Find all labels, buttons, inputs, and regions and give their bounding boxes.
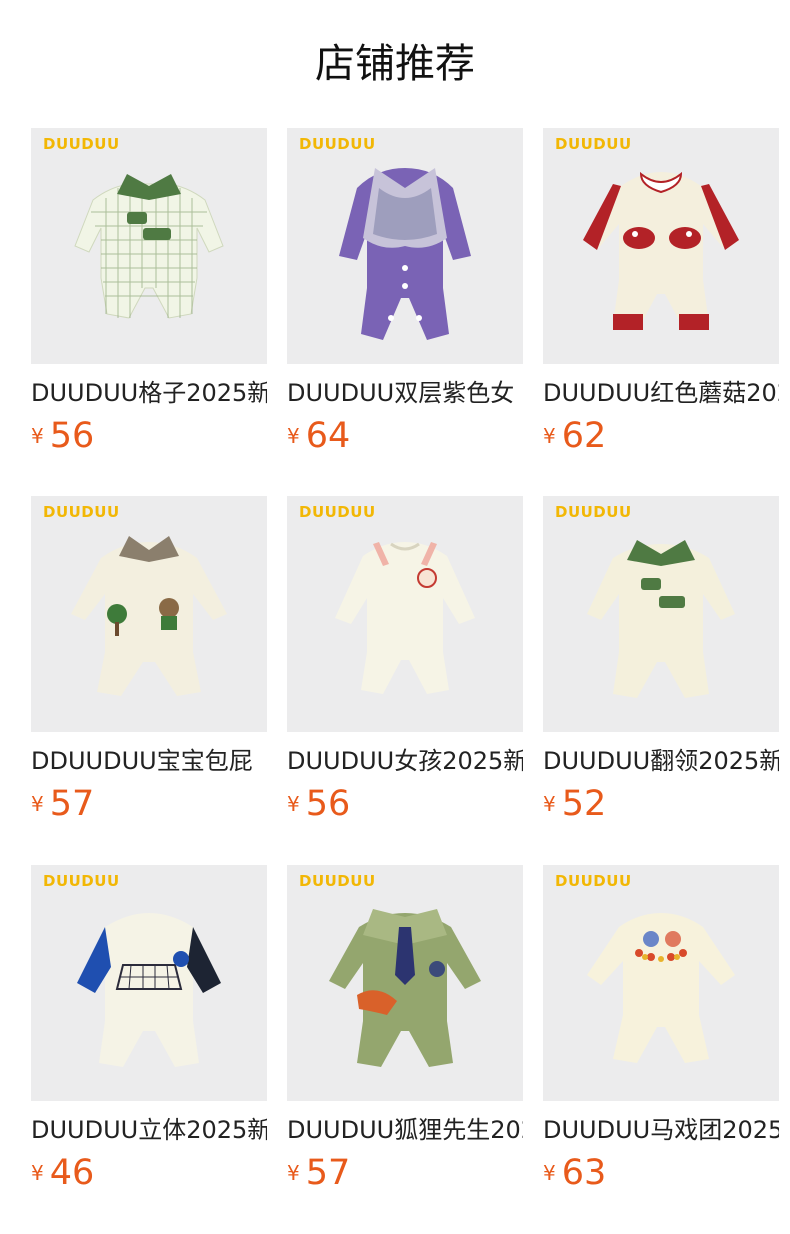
currency-symbol: ¥ <box>31 1161 44 1185</box>
product-image[interactable]: DUUDUU <box>543 128 779 364</box>
product-card[interactable]: DUUDUU DUUDUU红色蘑菇2025 ¥62 <box>543 128 779 468</box>
product-price: ¥62 <box>543 416 606 460</box>
price-value: 52 <box>561 784 607 824</box>
product-name[interactable]: DUUDUU马戏团2025 <box>543 1113 779 1147</box>
product-price: ¥63 <box>543 1153 606 1197</box>
brand-logo: DUUDUU <box>555 135 632 153</box>
price-value: 56 <box>49 416 95 456</box>
product-image[interactable]: DUUDUU <box>31 496 267 732</box>
romper-illustration <box>339 168 471 340</box>
product-image[interactable]: DUUDUU <box>31 128 267 364</box>
brand-logo: DUUDUU <box>555 872 632 890</box>
section-title: 店铺推荐 <box>315 41 475 87</box>
romper-illustration <box>587 913 735 1063</box>
currency-symbol: ¥ <box>543 1161 556 1185</box>
product-card[interactable]: DUUDUU DUUDUU双层紫色女 ¥64 <box>287 128 523 468</box>
product-price: ¥56 <box>31 416 94 460</box>
product-image[interactable]: DUUDUU <box>287 865 523 1101</box>
currency-symbol: ¥ <box>543 792 556 816</box>
price-value: 64 <box>305 416 351 456</box>
currency-symbol: ¥ <box>287 1161 300 1185</box>
product-name[interactable]: DUUDUU立体2025新 <box>31 1113 267 1147</box>
product-card[interactable]: DUUDUU DDUUDUU宝宝包屁 ¥57 <box>31 496 267 836</box>
price-value: 57 <box>49 784 95 824</box>
price-value: 57 <box>305 1153 351 1193</box>
product-price: ¥52 <box>543 784 606 828</box>
product-image[interactable]: DUUDUU <box>543 496 779 732</box>
currency-symbol: ¥ <box>543 424 556 448</box>
brand-logo: DUUDUU <box>43 872 120 890</box>
romper-illustration <box>587 540 735 698</box>
product-card[interactable]: DUUDUU DUUDUU立体2025新 ¥46 <box>31 865 267 1205</box>
price-value: 56 <box>305 784 351 824</box>
romper-illustration <box>583 171 739 330</box>
romper-illustration <box>77 913 221 1067</box>
price-value: 63 <box>561 1153 607 1193</box>
product-card[interactable]: DUUDUU DUUDUU翻领2025新 ¥52 <box>543 496 779 836</box>
product-price: ¥57 <box>31 784 94 828</box>
product-card[interactable]: DUUDUU DUUDUU狐狸先生2025 ¥57 <box>287 865 523 1205</box>
product-card[interactable]: DUUDUU DUUDUU格子2025新 ¥56 <box>31 128 267 468</box>
product-card[interactable]: DUUDUU DUUDUU马戏团2025 ¥63 <box>543 865 779 1205</box>
brand-logo: DUUDUU <box>299 135 376 153</box>
price-value: 62 <box>561 416 607 456</box>
product-name[interactable]: DUUDUU翻领2025新 <box>543 744 779 778</box>
currency-symbol: ¥ <box>287 424 300 448</box>
brand-logo: DUUDUU <box>299 872 376 890</box>
currency-symbol: ¥ <box>31 424 44 448</box>
product-name[interactable]: DUUDUU红色蘑菇2025 <box>543 376 779 410</box>
product-name[interactable]: DUUDUU格子2025新 <box>31 376 267 410</box>
product-price: ¥46 <box>31 1153 94 1197</box>
price-value: 46 <box>49 1153 95 1193</box>
product-card[interactable]: DUUDUU DUUDUU女孩2025新 ¥56 <box>287 496 523 836</box>
romper-illustration <box>329 909 481 1067</box>
currency-symbol: ¥ <box>31 792 44 816</box>
product-name[interactable]: DUUDUU女孩2025新 <box>287 744 523 778</box>
product-name[interactable]: DDUUDUU宝宝包屁 <box>31 744 267 778</box>
romper-illustration <box>74 174 224 319</box>
product-name[interactable]: DUUDUU双层紫色女 <box>287 376 523 410</box>
product-image[interactable]: DUUDUU <box>31 865 267 1101</box>
product-image[interactable]: DUUDUU <box>287 128 523 364</box>
romper-illustration <box>335 542 475 694</box>
product-price: ¥56 <box>287 784 350 828</box>
brand-logo: DUUDUU <box>43 503 120 521</box>
brand-logo: DUUDUU <box>555 503 632 521</box>
product-price: ¥64 <box>287 416 350 460</box>
brand-logo: DUUDUU <box>43 135 120 153</box>
product-name[interactable]: DUUDUU狐狸先生2025 <box>287 1113 523 1147</box>
currency-symbol: ¥ <box>287 792 300 816</box>
product-image[interactable]: DUUDUU <box>287 496 523 732</box>
product-price: ¥57 <box>287 1153 350 1197</box>
product-image[interactable]: DUUDUU <box>543 865 779 1101</box>
brand-logo: DUUDUU <box>299 503 376 521</box>
romper-illustration <box>71 536 227 696</box>
